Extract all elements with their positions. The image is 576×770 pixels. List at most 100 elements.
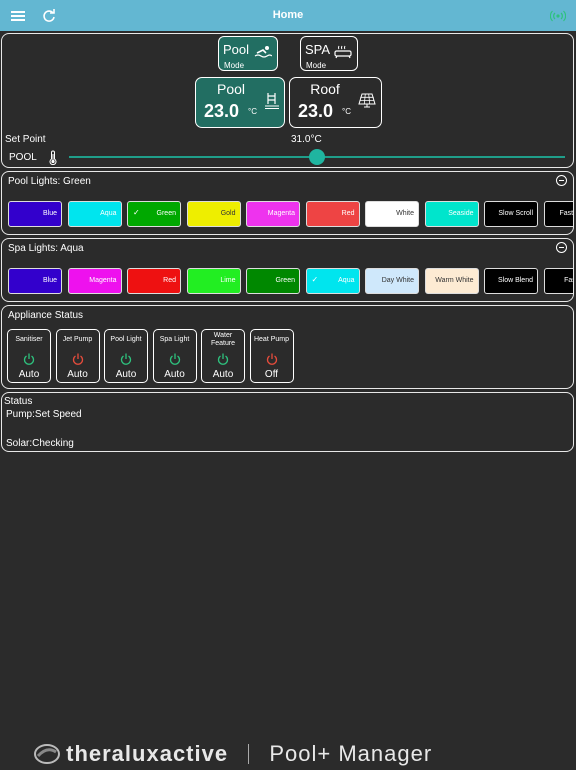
thermometer-icon xyxy=(48,150,58,170)
set-point-value: 31.0°C xyxy=(291,134,322,145)
check-icon: ✓ xyxy=(311,275,319,284)
spa-light-color-label: Aqua xyxy=(338,277,355,284)
pool-light-color-button[interactable]: Seaside xyxy=(424,201,479,227)
appliance-state: Auto xyxy=(18,369,40,380)
appliance-state: Off xyxy=(264,369,279,380)
appliance-name: Spa Light xyxy=(159,336,190,343)
pool-light-color-button[interactable]: Blue xyxy=(8,201,62,227)
appliance-button[interactable]: Sanitiser Auto xyxy=(7,329,51,383)
pool-mode-button[interactable]: Pool Mode xyxy=(218,36,278,71)
pump-status: Pump:Set Speed xyxy=(6,409,82,420)
set-point-label: Set Point xyxy=(5,134,46,145)
pool-temperature-card[interactable]: Pool 23.0 °C xyxy=(195,77,285,128)
pool-light-color-label: Gold xyxy=(220,210,236,217)
roof-temperature-card[interactable]: Roof 23.0 °C xyxy=(289,77,382,128)
spa-light-color-label: Fast Chg xyxy=(564,277,573,284)
appliance-state: Auto xyxy=(212,369,234,380)
spa-light-color-button[interactable]: Day White xyxy=(365,268,419,294)
spa-light-color-label: Lime xyxy=(220,277,236,284)
pool-light-color-button[interactable]: Fast Scroll xyxy=(543,201,573,227)
pool-mode-label: Pool xyxy=(223,42,250,57)
power-icon xyxy=(120,352,132,365)
pool-light-color-label: Blue xyxy=(42,210,57,217)
pool-light-color-button[interactable]: Aqua xyxy=(67,201,122,227)
wireless-signal-icon xyxy=(548,6,568,26)
spa-light-color-label: Green xyxy=(275,277,295,284)
spa-light-color-label: Blue xyxy=(42,277,57,284)
roof-temp-unit: °C xyxy=(342,107,351,116)
swimmer-icon xyxy=(254,45,273,64)
pool-lights-panel: Pool Lights: Green Blue Aqua ✓ Green Gold Mag… xyxy=(1,171,574,235)
pool-light-color-label: Fast Scroll xyxy=(559,210,573,217)
pool-light-color-button[interactable]: Red xyxy=(305,201,360,227)
spa-light-color-button[interactable]: ✓ Aqua xyxy=(305,268,360,294)
spa-light-color-button[interactable]: Green xyxy=(246,268,300,294)
pool-light-color-label: Green xyxy=(156,210,176,217)
pool-lights-title: Pool Lights: Green xyxy=(8,176,91,187)
status-title: Status xyxy=(4,396,33,407)
pool-light-color-label: Seaside xyxy=(448,210,474,217)
spa-light-color-label: Day White xyxy=(381,277,414,284)
logo-divider xyxy=(248,744,250,764)
appliance-name: Heat Pump xyxy=(253,336,290,343)
spa-lights-panel: Spa Lights: Aqua Blue Magenta Red Lime Green… xyxy=(1,238,574,302)
spa-mode-button[interactable]: SPA Mode xyxy=(300,36,358,71)
power-icon xyxy=(72,352,84,365)
power-icon xyxy=(169,352,181,365)
power-icon xyxy=(23,352,35,365)
pool-light-color-button[interactable]: Gold xyxy=(186,201,241,227)
pool-light-color-button[interactable]: Magenta xyxy=(246,201,300,227)
appliance-name: Jet Pump xyxy=(62,336,93,343)
product-name: Pool+ Manager xyxy=(269,741,433,766)
appliance-state: Auto xyxy=(115,369,137,380)
pool-temp-value: 23.0 xyxy=(204,101,240,121)
roof-temp-name: Roof xyxy=(310,81,340,97)
spa-mode-sub: Mode xyxy=(306,61,327,70)
appliance-state: Auto xyxy=(164,369,185,380)
status-panel: Status Pump:Set Speed Solar:Checking xyxy=(1,392,574,452)
appliance-title: Appliance Status xyxy=(8,310,84,321)
spa-light-color-button[interactable]: Slow Blend xyxy=(484,268,538,294)
pool-mode-sub: Mode xyxy=(224,61,245,70)
spa-light-color-label: Warm White xyxy=(435,277,474,284)
set-point-slider-thumb[interactable] xyxy=(309,149,325,165)
spa-light-color-button[interactable]: Red xyxy=(127,268,181,294)
pool-light-color-button[interactable]: ✓ Green xyxy=(127,201,181,227)
spa-lights-collapse-icon[interactable] xyxy=(556,242,567,253)
appliance-panel: Appliance Status Sanitiser Auto Jet Pump Au… xyxy=(1,305,574,389)
roof-temp-value: 23.0 xyxy=(298,101,334,121)
appliance-name: Sanitiser xyxy=(15,336,43,343)
appliance-button[interactable]: Heat Pump Off xyxy=(249,329,294,383)
pool-light-color-label: Red xyxy=(341,210,355,217)
pool-light-color-button[interactable]: White xyxy=(365,201,419,227)
spa-light-color-button[interactable]: Blue xyxy=(8,268,62,294)
pool-lights-color-row: Blue Aqua ✓ Green Gold Magenta Red White Seaside… xyxy=(8,201,573,229)
page-title: Home xyxy=(272,9,304,21)
appliance-name: Pool Light xyxy=(110,336,142,343)
appliance-state: Auto xyxy=(67,369,88,380)
spa-light-color-label: Slow Blend xyxy=(497,277,533,284)
spa-mode-label: SPA xyxy=(305,42,331,57)
theralux-swirl-icon xyxy=(34,744,60,770)
bathtub-icon xyxy=(334,45,352,64)
set-point-target: POOL xyxy=(9,152,37,163)
spa-light-color-button[interactable]: Fast Chg xyxy=(543,268,573,294)
pool-light-color-label: White xyxy=(396,210,414,217)
spa-light-color-label: Red xyxy=(163,277,176,284)
spa-light-color-button[interactable]: Warm White xyxy=(424,268,479,294)
appliance-button[interactable]: Water Feature Auto xyxy=(201,329,245,383)
appliance-button[interactable]: Pool Light Auto xyxy=(104,329,148,383)
pool-light-color-label: Aqua xyxy=(100,210,117,217)
spa-light-color-label: Magenta xyxy=(89,277,117,284)
appliance-button[interactable]: Jet Pump Auto xyxy=(55,329,100,383)
pool-lights-collapse-icon[interactable] xyxy=(556,175,567,186)
pool-temp-unit: °C xyxy=(248,107,257,116)
solar-status: Solar:Checking xyxy=(6,438,74,449)
pool-light-color-label: Slow Scroll xyxy=(498,210,533,217)
spa-light-color-button[interactable]: Magenta xyxy=(67,268,122,294)
appliance-button[interactable]: Spa Light Auto xyxy=(152,329,197,383)
pool-temp-name: Pool xyxy=(216,81,246,97)
solar-panel-icon xyxy=(358,92,376,113)
pool-light-color-button[interactable]: Slow Scroll xyxy=(484,201,538,227)
spa-light-color-button[interactable]: Lime xyxy=(186,268,241,294)
